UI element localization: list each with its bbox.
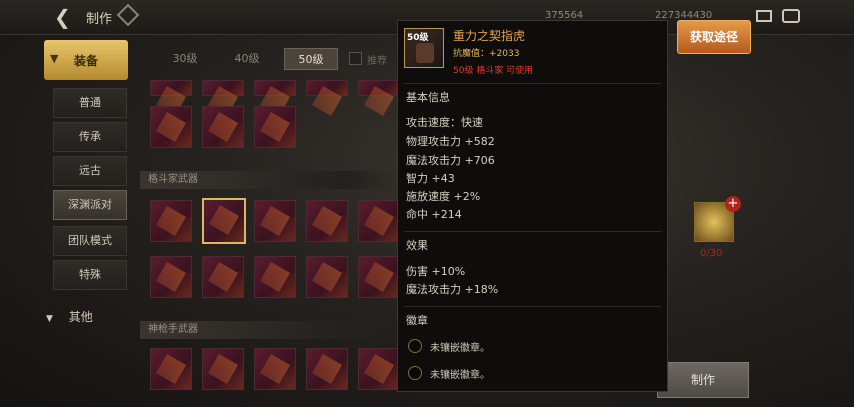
item-slot[interactable] (306, 256, 348, 298)
stat-line: 智力 +43 (406, 172, 455, 185)
tab-level-40[interactable]: 40级 (220, 48, 274, 70)
effect-line: 伤害 +10% (406, 265, 466, 278)
tab-level-50[interactable]: 50级 (284, 48, 338, 70)
item-slot[interactable] (150, 256, 192, 298)
page-title: 制作 (86, 12, 113, 27)
emblem-empty-label: 未镶嵌徽章。 (430, 370, 490, 381)
divider (404, 306, 661, 307)
recommend-label: 推荐 (367, 56, 387, 67)
chat-icon[interactable] (782, 9, 800, 23)
item-name: 重力之契指虎 (453, 29, 526, 43)
level-badge: 50级 (407, 33, 429, 43)
item-icon: 50级 (404, 28, 444, 68)
emblem-socket-icon (408, 366, 422, 380)
sidebar-item-heritage[interactable]: 传承 (53, 122, 127, 152)
category-label: 装备 (74, 54, 99, 68)
obtain-source-button[interactable]: 获取途径 (677, 20, 751, 54)
emblem-empty-label: 未镶嵌徽章。 (430, 343, 490, 354)
item-slot[interactable] (150, 200, 192, 242)
sidebar-item-ancient[interactable]: 远古 (53, 156, 127, 186)
section-fighter-weapons: 格斗家武器 (140, 171, 395, 189)
item-slot[interactable] (358, 80, 400, 96)
sidebar-item-abyss[interactable]: 深渊派对 (53, 190, 127, 220)
category-other[interactable]: ▼ 其他 (46, 308, 93, 325)
sidebar-item-special[interactable]: 特殊 (53, 260, 127, 290)
item-slot[interactable] (150, 80, 192, 96)
add-material-icon[interactable]: + (725, 196, 741, 212)
back-arrow-icon[interactable]: ❮ (54, 6, 76, 28)
item-slot[interactable] (202, 80, 244, 96)
section-gunner-weapons: 神枪手武器 (140, 321, 395, 339)
stat-line: 攻击速度：快速 (406, 116, 483, 129)
chevron-down-icon: ▼ (50, 52, 59, 65)
item-slot[interactable] (254, 256, 296, 298)
recommend-checkbox[interactable] (349, 52, 362, 65)
knuckle-icon (416, 43, 434, 63)
divider (404, 83, 661, 84)
sidebar-item-normal[interactable]: 普通 (53, 88, 127, 118)
item-slot[interactable] (254, 348, 296, 390)
item-slot[interactable] (358, 200, 400, 242)
item-slot[interactable] (306, 200, 348, 242)
stat-line: 命中 +214 (406, 208, 462, 221)
item-score: 抗魔值：+2033 (453, 49, 520, 59)
stat-line: 魔法攻击力 +706 (406, 154, 495, 167)
item-slot[interactable] (306, 80, 348, 96)
item-slot[interactable] (254, 106, 296, 148)
effect-header: 效果 (406, 239, 428, 252)
emblem-socket-icon (408, 339, 422, 353)
item-requirement: 50级 格斗家 可使用 (453, 66, 534, 76)
item-slot-selected[interactable] (202, 198, 246, 244)
item-slot[interactable] (358, 348, 400, 390)
item-slot[interactable] (358, 256, 400, 298)
item-slot[interactable] (254, 200, 296, 242)
mail-icon[interactable] (756, 10, 772, 22)
emblem-header: 徽章 (406, 314, 428, 327)
material-count: 0/30 (700, 248, 723, 259)
basic-info-header: 基本信息 (406, 91, 450, 104)
item-slot[interactable] (202, 348, 244, 390)
category-equipment[interactable]: ▼ 装备 (44, 40, 128, 80)
tab-level-30[interactable]: 30级 (158, 48, 212, 70)
diamond-icon (116, 3, 140, 27)
item-tooltip: 50级 重力之契指虎 抗魔值：+2033 50级 格斗家 可使用 基本信息 攻击… (397, 20, 668, 392)
make-button[interactable]: 制作 (657, 362, 749, 398)
item-slot[interactable] (306, 348, 348, 390)
chevron-down-icon: ▼ (46, 314, 53, 324)
stat-line: 施放速度 +2% (406, 190, 481, 203)
category-other-label: 其他 (68, 310, 93, 324)
item-slot[interactable] (254, 80, 296, 96)
item-slot[interactable] (150, 348, 192, 390)
divider (404, 231, 661, 232)
sidebar-item-raid[interactable]: 团队模式 (53, 226, 127, 256)
item-slot[interactable] (150, 106, 192, 148)
item-slot[interactable] (202, 256, 244, 298)
item-slot[interactable] (202, 106, 244, 148)
effect-line: 魔法攻击力 +18% (406, 283, 499, 296)
stat-line: 物理攻击力 +582 (406, 135, 495, 148)
